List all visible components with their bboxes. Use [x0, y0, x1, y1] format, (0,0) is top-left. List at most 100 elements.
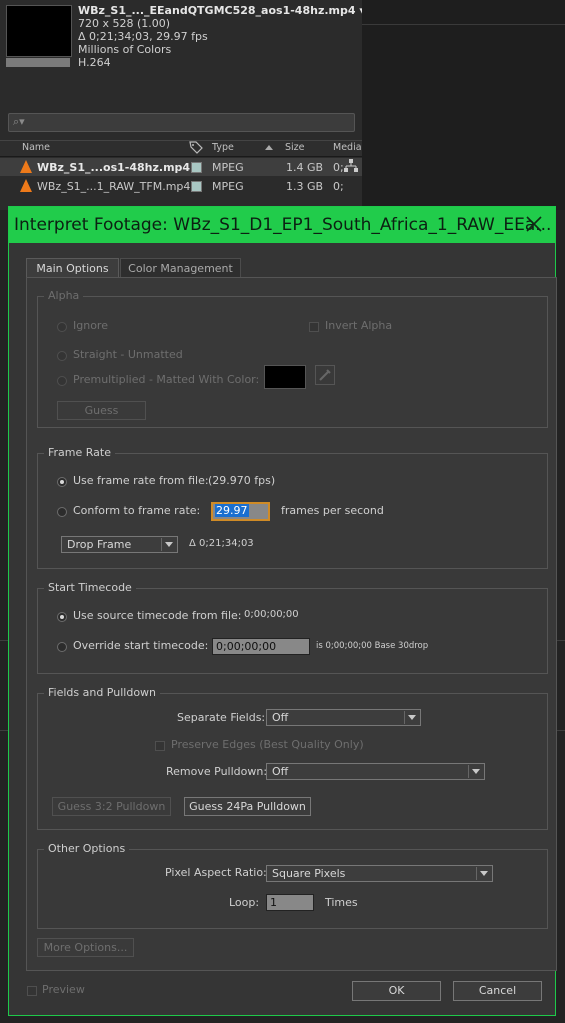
straight-radio[interactable]	[57, 351, 67, 361]
invert-alpha-checkbox[interactable]	[309, 322, 319, 332]
source-timecode-value: 0;00;00;00	[244, 609, 299, 620]
conform-frame-rate-input[interactable]: 29.97	[211, 502, 270, 521]
chevron-down-icon	[408, 715, 416, 720]
file-fps-value: (29.970 fps)	[208, 474, 276, 487]
vlc-cone-icon	[20, 179, 32, 192]
item-size: 1.3 GB	[286, 180, 324, 193]
cancel-button[interactable]: Cancel	[453, 981, 542, 1001]
pixel-aspect-ratio-select[interactable]: Square Pixels	[266, 865, 493, 882]
column-media[interactable]: Media	[333, 142, 362, 153]
tab-main-options[interactable]: Main Options	[26, 258, 119, 278]
loop-value: 1	[270, 896, 277, 909]
use-source-timecode-label: Use source timecode from file:	[73, 609, 242, 622]
ok-button[interactable]: OK	[352, 981, 441, 1001]
conform-frame-rate-label: Conform to frame rate:	[73, 504, 201, 517]
separate-fields-select[interactable]: Off	[266, 709, 421, 726]
panel-divider	[362, 24, 565, 25]
select-divider	[468, 765, 469, 778]
pixel-aspect-ratio-label: Pixel Aspect Ratio:	[165, 866, 267, 879]
timecode-base-note: is 0;00;00;00 Base 30drop	[316, 641, 429, 651]
sort-ascending-icon	[265, 145, 273, 150]
item-name: WBz_S1_...os1-48hz.mp4	[37, 161, 191, 174]
use-file-frame-rate-label: Use frame rate from file:	[73, 474, 209, 487]
conform-frame-rate-radio[interactable]	[57, 507, 67, 517]
column-type[interactable]: Type	[212, 142, 234, 153]
other-options-group: Other Options Pixel Aspect Ratio: Square…	[37, 842, 548, 929]
project-search-input[interactable]: ⌕▾	[8, 113, 355, 132]
close-icon[interactable]	[523, 213, 545, 235]
select-divider	[161, 538, 162, 551]
item-size: 1.4 GB	[286, 161, 324, 174]
label-tag-icon[interactable]	[189, 141, 203, 157]
preview-checkbox[interactable]	[27, 986, 37, 996]
footage-resolution: 720 x 528 (1.00)	[78, 17, 171, 30]
preview-label: Preview	[42, 983, 85, 996]
ignore-label: Ignore	[73, 319, 108, 332]
interpret-footage-dialog: Interpret Footage: WBz_S1_D1_EP1_South_A…	[8, 206, 557, 1016]
fields-pulldown-group: Fields and Pulldown Separate Fields: Off…	[37, 686, 548, 830]
other-options-legend: Other Options	[44, 842, 130, 855]
guess-button[interactable]: Guess	[57, 401, 146, 420]
guess-24pa-pulldown-button[interactable]: Guess 24Pa Pulldown	[184, 797, 311, 816]
ignore-radio[interactable]	[57, 322, 67, 332]
use-source-timecode-radio[interactable]	[57, 612, 67, 622]
column-name[interactable]: Name	[22, 142, 50, 153]
alpha-legend: Alpha	[44, 289, 84, 302]
thumbnail-bar	[6, 58, 70, 67]
remove-pulldown-value: Off	[272, 765, 289, 778]
footage-file-name[interactable]: WBz_S1_..._EEandQTGMC528_aos1-48hz.mp4 ▾	[78, 4, 365, 18]
separate-fields-label: Separate Fields:	[177, 711, 266, 724]
guess-32-pulldown-button[interactable]: Guess 3:2 Pulldown	[52, 797, 171, 816]
use-file-frame-rate-radio[interactable]	[57, 477, 67, 487]
item-media: 0;	[333, 180, 344, 193]
hierarchy-icon	[344, 159, 358, 176]
select-divider	[476, 867, 477, 880]
invert-alpha-label: Invert Alpha	[325, 319, 393, 332]
vlc-cone-icon	[20, 160, 32, 173]
project-panel: WBz_S1_..._EEandQTGMC528_aos1-48hz.mp4 ▾…	[0, 0, 365, 210]
search-icon: ⌕▾	[13, 115, 25, 128]
drop-frame-value: Drop Frame	[67, 538, 132, 551]
project-list-item[interactable]: WBz_S1_...1_RAW_TFM.mp4 MPEG 1.3 GB 0;	[0, 177, 362, 195]
fields-pulldown-legend: Fields and Pulldown	[44, 686, 161, 699]
footage-duration: Δ 0;21;34;03, 29.97 fps	[78, 30, 208, 43]
start-timecode-legend: Start Timecode	[44, 581, 136, 594]
override-timecode-value: 0;00;00;00	[216, 640, 277, 653]
label-color-swatch[interactable]	[191, 162, 202, 173]
footage-codec: H.264	[78, 56, 111, 69]
frame-rate-group: Frame Rate Use frame rate from file: (29…	[37, 446, 548, 569]
premultiplied-label: Premultiplied - Matted With Color:	[73, 373, 260, 386]
times-label: Times	[325, 896, 358, 909]
override-timecode-radio[interactable]	[57, 642, 67, 652]
start-timecode-group: Start Timecode Use source timecode from …	[37, 581, 548, 674]
separate-fields-value: Off	[272, 711, 289, 724]
project-list-item[interactable]: WBz_S1_...os1-48hz.mp4 MPEG 1.4 GB 0;	[0, 158, 362, 176]
remove-pulldown-select[interactable]: Off	[266, 763, 485, 780]
remove-pulldown-label: Remove Pulldown:	[166, 765, 268, 778]
loop-label: Loop:	[229, 896, 260, 909]
more-options-button[interactable]: More Options...	[37, 938, 134, 957]
premultiplied-radio[interactable]	[57, 376, 67, 386]
column-size[interactable]: Size	[285, 142, 305, 153]
item-media: 0;	[333, 161, 344, 174]
item-name: WBz_S1_...1_RAW_TFM.mp4	[37, 180, 191, 193]
conform-frame-rate-value: 29.97	[215, 504, 249, 517]
dialog-title: Interpret Footage: WBz_S1_D1_EP1_South_A…	[14, 215, 552, 235]
alpha-group: Alpha Ignore Invert Alpha Straight - Unm…	[37, 289, 548, 428]
select-divider	[404, 711, 405, 724]
preserve-edges-checkbox[interactable]	[155, 741, 165, 751]
dialog-title-bar[interactable]: Interpret Footage: WBz_S1_D1_EP1_South_A…	[9, 207, 555, 243]
override-timecode-input[interactable]: 0;00;00;00	[212, 638, 310, 655]
matte-color-swatch[interactable]	[264, 365, 306, 389]
footage-thumbnail	[6, 5, 72, 57]
loop-input[interactable]: 1	[266, 894, 314, 911]
label-color-swatch[interactable]	[191, 181, 202, 192]
fps-units-label: frames per second	[281, 504, 384, 517]
composition-panel	[362, 0, 565, 210]
chevron-down-icon	[472, 769, 480, 774]
chevron-down-icon	[165, 542, 173, 547]
drop-frame-select[interactable]: Drop Frame	[61, 536, 178, 553]
eyedropper-icon[interactable]	[315, 365, 335, 385]
tab-color-management[interactable]: Color Management	[120, 258, 241, 278]
item-type: MPEG	[212, 180, 244, 193]
